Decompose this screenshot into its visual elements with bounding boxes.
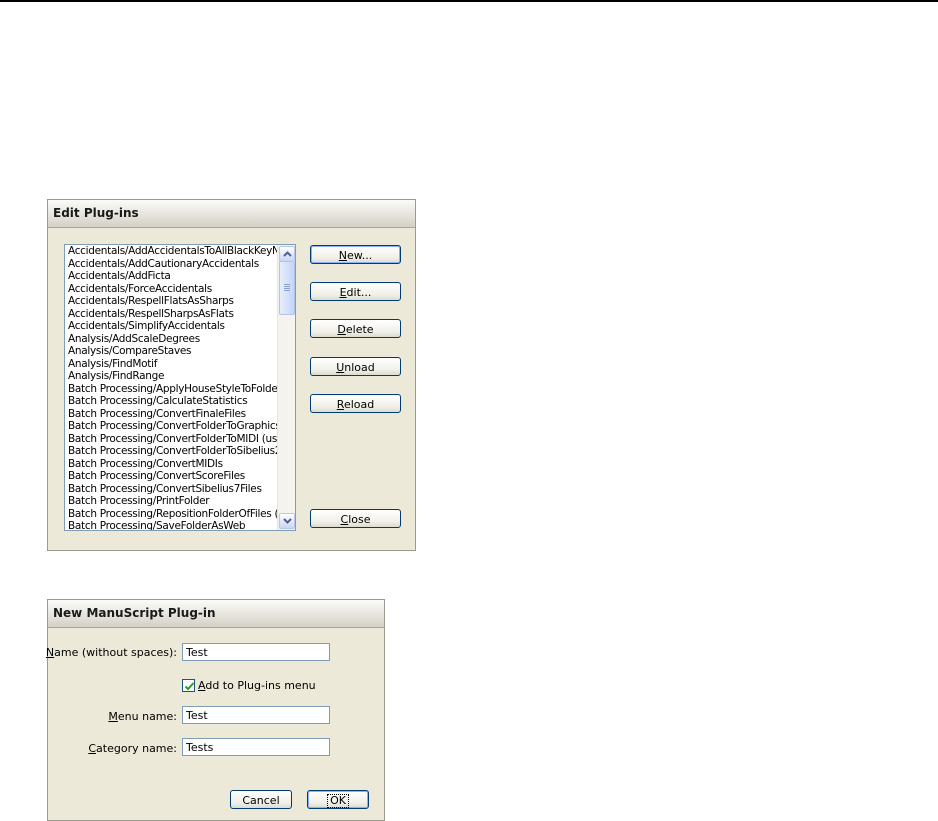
plugins-listbox[interactable]: Accidentals/AddAccidentalsToAllBlackKeyN… [64, 244, 296, 531]
edit-plugins-client: Accidentals/AddAccidentalsToAllBlackKeyN… [48, 228, 415, 550]
add-to-menu-label[interactable]: Add to Plug-ins menu [198, 679, 316, 692]
plugin-list-item[interactable]: Batch Processing/PrintFolder [65, 495, 278, 508]
edit-plugins-dialog: Edit Plug-ins Accidentals/AddAccidentals… [47, 199, 416, 551]
plugin-list-item[interactable]: Batch Processing/ConvertFolderToSibelius… [65, 445, 278, 458]
unload-button[interactable]: Unload [310, 357, 401, 376]
reload-button-label: Reload [336, 398, 375, 411]
add-to-menu-checkbox[interactable] [182, 679, 195, 692]
new-plugin-title: New ManuScript Plug-in [48, 600, 384, 628]
name-input[interactable] [182, 643, 330, 661]
top-border-line [0, 0, 938, 2]
plugin-list-item[interactable]: Accidentals/AddFicta [65, 270, 278, 283]
plugin-list-item[interactable]: Accidentals/AddAccidentalsToAllBlackKeyN… [65, 245, 278, 258]
plugin-list-item[interactable]: Batch Processing/RepositionFolderOfFiles… [65, 508, 278, 521]
plugin-list-item[interactable]: Batch Processing/ApplyHouseStyleToFolder… [65, 383, 278, 396]
category-name-input[interactable] [182, 738, 330, 756]
delete-button[interactable]: Delete [310, 319, 401, 338]
edit-button-label: Edit... [339, 286, 372, 299]
plugin-list-item[interactable]: Batch Processing/SaveFolderAsWeb [65, 520, 278, 530]
plugin-list-item[interactable]: Batch Processing/CalculateStatistics [65, 395, 278, 408]
edit-button[interactable]: Edit... [310, 282, 401, 301]
plugin-list-item[interactable]: Analysis/AddScaleDegrees [65, 333, 278, 346]
plugin-list-item[interactable]: Batch Processing/ConvertFolderToGraphics… [65, 420, 278, 433]
scroll-grip-icon [284, 284, 290, 292]
plugin-list-item[interactable]: Accidentals/AddCautionaryAccidentals [65, 258, 278, 271]
plugin-list-item[interactable]: Accidentals/RespellFlatsAsSharps [65, 295, 278, 308]
scroll-down-button[interactable] [279, 513, 295, 529]
edit-plugins-title: Edit Plug-ins [48, 200, 415, 228]
plugin-list-item[interactable]: Batch Processing/ConvertFinaleFiles [65, 408, 278, 421]
plugin-list-item[interactable]: Batch Processing/ConvertMIDIs [65, 458, 278, 471]
plugin-list-item[interactable]: Analysis/CompareStaves [65, 345, 278, 358]
plugin-list-item[interactable]: Accidentals/RespellSharpsAsFlats [65, 308, 278, 321]
plugin-list-item[interactable]: Batch Processing/ConvertScoreFiles [65, 470, 278, 483]
plugin-list-item[interactable]: Accidentals/ForceAccidentals [65, 283, 278, 296]
new-plugin-dialog: New ManuScript Plug-in Name (without spa… [45, 599, 385, 821]
new-button[interactable]: New... [310, 245, 401, 264]
close-button[interactable]: Close [310, 509, 401, 528]
scroll-thumb[interactable] [279, 261, 295, 315]
scroll-up-arrow-icon [282, 251, 292, 257]
menu-name-label: Menu name: [108, 710, 177, 723]
close-button-label: Close [340, 513, 371, 526]
delete-button-label: Delete [337, 323, 374, 336]
ok-button[interactable]: OK [307, 790, 369, 809]
menu-name-input[interactable] [182, 706, 330, 724]
scroll-down-arrow-icon [282, 518, 292, 524]
plugins-list[interactable]: Accidentals/AddAccidentalsToAllBlackKeyN… [65, 245, 278, 530]
reload-button[interactable]: Reload [310, 394, 401, 413]
plugin-list-item[interactable]: Analysis/FindMotif [65, 358, 278, 371]
plugin-list-item[interactable]: Analysis/FindRange [65, 370, 278, 383]
name-label: Name (without spaces): [45, 646, 177, 659]
plugins-scrollbar[interactable] [277, 245, 295, 530]
new-button-label: New... [338, 249, 373, 262]
ok-button-label: OK [327, 794, 349, 808]
plugin-list-item[interactable]: Batch Processing/ConvertSibelius7Files [65, 483, 278, 496]
checkmark-icon [184, 682, 195, 691]
new-plugin-client: Name (without spaces): Add to Plug-ins m… [45, 628, 384, 820]
cancel-button-label: Cancel [242, 794, 280, 807]
plugin-list-item[interactable]: Batch Processing/ConvertFolderToMIDI (us… [65, 433, 278, 446]
category-name-label: Category name: [88, 742, 177, 755]
unload-button-label: Unload [336, 361, 375, 374]
plugin-list-item[interactable]: Accidentals/SimplifyAccidentals [65, 320, 278, 333]
scroll-up-button[interactable] [279, 246, 295, 262]
cancel-button[interactable]: Cancel [230, 790, 292, 809]
